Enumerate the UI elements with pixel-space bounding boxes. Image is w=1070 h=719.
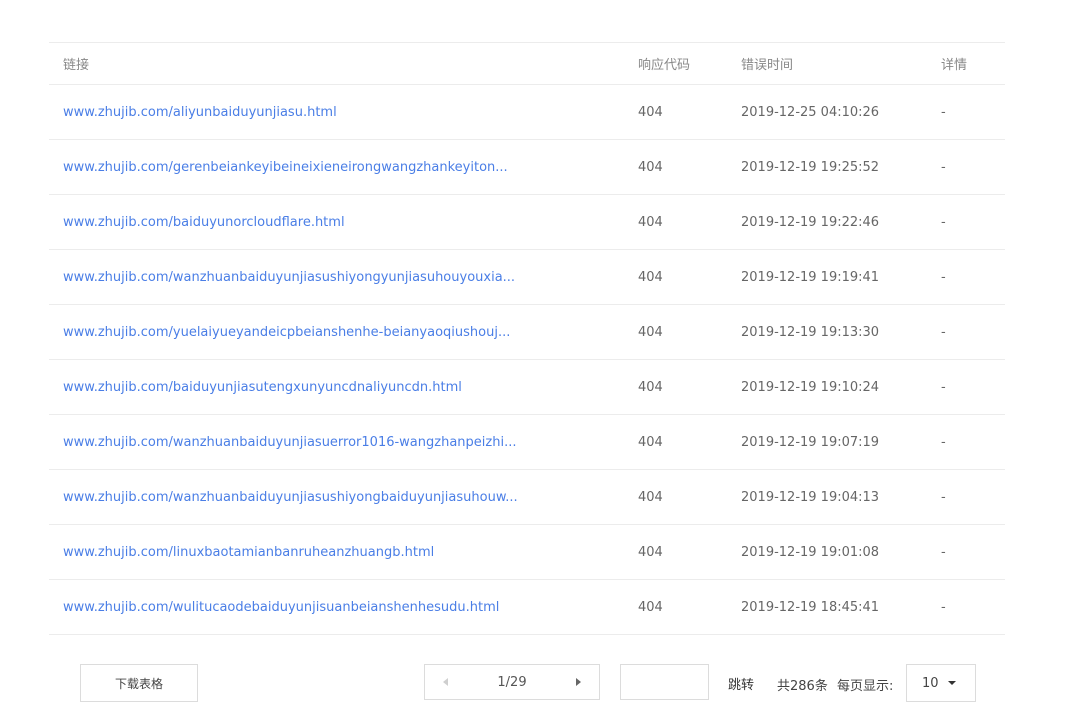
row-code: 404 (638, 84, 741, 140)
row-code: 404 (638, 249, 741, 305)
row-time: 2019-12-19 19:22:46 (741, 194, 941, 250)
per-page-select[interactable]: 10 (906, 664, 976, 702)
row-detail: - (941, 359, 1005, 415)
row-code: 404 (638, 579, 741, 635)
row-link[interactable]: www.zhujib.com/wanzhuanbaiduyunjiasuerro… (63, 435, 516, 450)
jump-button[interactable]: 跳转 (728, 674, 754, 693)
table-row: www.zhujib.com/gerenbeiankeyibeineixiene… (49, 139, 1005, 195)
row-time: 2019-12-19 19:10:24 (741, 359, 941, 415)
row-link[interactable]: www.zhujib.com/baiduyunjiasutengxunyuncd… (63, 380, 462, 395)
row-code: 404 (638, 469, 741, 525)
row-time: 2019-12-25 04:10:26 (741, 84, 941, 140)
row-time: 2019-12-19 19:04:13 (741, 469, 941, 525)
row-detail: - (941, 579, 1005, 635)
total-count: 共286条 (777, 679, 828, 694)
row-link[interactable]: www.zhujib.com/aliyunbaiduyunjiasu.html (63, 105, 337, 120)
row-detail: - (941, 139, 1005, 195)
row-link[interactable]: www.zhujib.com/wanzhuanbaiduyunjiasushiy… (63, 270, 515, 285)
page: 链接 响应代码 错误时间 详情 www.zhujib.com/aliyunbai… (0, 0, 1070, 719)
row-detail: - (941, 304, 1005, 360)
table-row: www.zhujib.com/wulitucaodebaiduyunjisuan… (49, 579, 1005, 635)
download-table-button[interactable]: 下载表格 (80, 664, 198, 702)
table-row: www.zhujib.com/linuxbaotamianbanruheanzh… (49, 524, 1005, 580)
table-row: www.zhujib.com/wanzhuanbaiduyunjiasushiy… (49, 249, 1005, 305)
row-detail: - (941, 249, 1005, 305)
row-link[interactable]: www.zhujib.com/wulitucaodebaiduyunjisuan… (63, 600, 499, 615)
row-code: 404 (638, 304, 741, 360)
row-code: 404 (638, 359, 741, 415)
row-time: 2019-12-19 19:13:30 (741, 304, 941, 360)
next-page-icon[interactable] (575, 678, 581, 686)
row-code: 404 (638, 139, 741, 195)
row-code: 404 (638, 524, 741, 580)
table-row: www.zhujib.com/yuelaiyueyandeicpbeianshe… (49, 304, 1005, 360)
table-row: www.zhujib.com/aliyunbaiduyunjiasu.html … (49, 84, 1005, 140)
table-row: www.zhujib.com/baiduyunorcloudflare.html… (49, 194, 1005, 250)
header-detail: 详情 (941, 42, 1005, 85)
row-link[interactable]: www.zhujib.com/gerenbeiankeyibeineixiene… (63, 160, 508, 175)
caret-down-icon (947, 681, 956, 685)
row-code: 404 (638, 414, 741, 470)
row-link[interactable]: www.zhujib.com/yuelaiyueyandeicpbeianshe… (63, 325, 510, 340)
table-row: www.zhujib.com/wanzhuanbaiduyunjiasuerro… (49, 414, 1005, 470)
per-page-label: 每页显示: (837, 679, 894, 694)
row-code: 404 (638, 194, 741, 250)
pagination: 1/29 (424, 664, 600, 700)
row-detail: - (941, 194, 1005, 250)
row-detail: - (941, 469, 1005, 525)
row-link[interactable]: www.zhujib.com/wanzhuanbaiduyunjiasushiy… (63, 490, 518, 505)
row-time: 2019-12-19 19:01:08 (741, 524, 941, 580)
row-detail: - (941, 84, 1005, 140)
error-links-table: 链接 响应代码 错误时间 详情 www.zhujib.com/aliyunbai… (49, 42, 1005, 635)
table-row: www.zhujib.com/baiduyunjiasutengxunyuncd… (49, 359, 1005, 415)
row-time: 2019-12-19 18:45:41 (741, 579, 941, 635)
row-link[interactable]: www.zhujib.com/baiduyunorcloudflare.html (63, 215, 345, 230)
header-code: 响应代码 (638, 42, 741, 85)
row-time: 2019-12-19 19:25:52 (741, 139, 941, 195)
prev-page-icon[interactable] (443, 678, 448, 686)
table-header-row: 链接 响应代码 错误时间 详情 (49, 42, 1005, 85)
row-link[interactable]: www.zhujib.com/linuxbaotamianbanruheanzh… (63, 545, 434, 560)
per-page-value: 10 (922, 675, 939, 691)
row-time: 2019-12-19 19:07:19 (741, 414, 941, 470)
table-row: www.zhujib.com/wanzhuanbaiduyunjiasushiy… (49, 469, 1005, 525)
row-detail: - (941, 414, 1005, 470)
row-detail: - (941, 524, 1005, 580)
page-indicator: 1/29 (497, 674, 527, 690)
header-link: 链接 (49, 42, 638, 85)
page-number-input[interactable] (620, 664, 709, 700)
row-time: 2019-12-19 19:19:41 (741, 249, 941, 305)
header-time: 错误时间 (741, 42, 941, 85)
